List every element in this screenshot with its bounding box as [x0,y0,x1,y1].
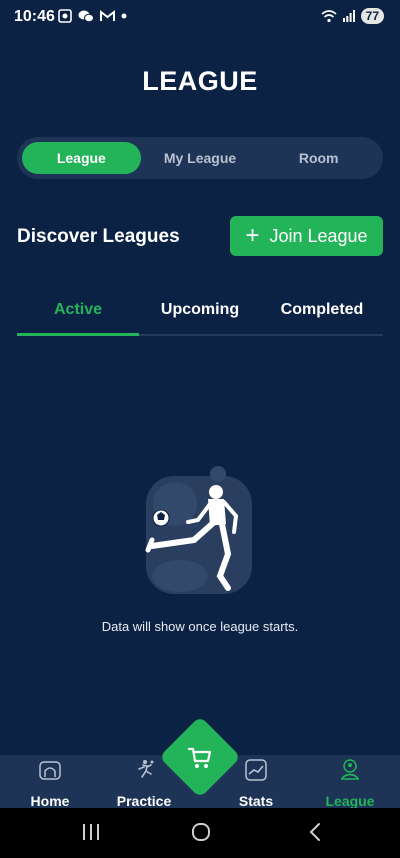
player-kick-icon [133,759,155,781]
nav-label-league: League [310,793,390,809]
screenshot-icon [58,9,72,23]
nav-label-home: Home [10,793,90,809]
league-status-tabs: Active Upcoming Completed [17,296,383,336]
footballer-kick-illustration [140,466,260,606]
home-icon [39,759,61,781]
segment-league[interactable]: League [22,142,141,174]
recent-apps-icon[interactable] [82,822,100,842]
tab-active[interactable]: Active [17,296,139,336]
discover-leagues-heading: Discover Leagues [17,226,180,248]
plus-icon: + [245,224,259,248]
home-system-icon[interactable] [191,822,211,842]
dot-icon [121,13,127,19]
nav-item-home[interactable]: Home [10,755,90,808]
status-time: 10:46 [14,8,55,26]
join-league-label: Join League [269,226,367,247]
active-tab-indicator [17,333,139,336]
system-status-icons: 77 [321,8,384,24]
status-bar: 10:46 77 [0,0,400,34]
nav-label-stats: Stats [216,793,296,809]
wifi-icon [321,9,337,23]
signal-icon [343,10,355,22]
back-icon[interactable] [307,822,323,842]
join-league-button[interactable]: + Join League [230,216,383,256]
nav-label-practice: Practice [104,793,184,809]
segment-room[interactable]: Room [259,142,378,174]
trophy-ball-icon [339,759,361,781]
page-title: LEAGUE [0,66,400,97]
segment-my-league[interactable]: My League [141,142,260,174]
cart-icon [186,743,214,771]
gmail-icon [100,10,115,22]
stats-chart-icon [245,759,267,781]
system-navigation-bar [0,808,400,858]
notification-icons [58,9,127,23]
tab-completed[interactable]: Completed [261,296,383,336]
wechat-icon [78,9,94,23]
empty-state-message: Data will show once league starts. [0,619,400,634]
tab-upcoming[interactable]: Upcoming [139,296,261,336]
nav-item-league[interactable]: League [310,755,390,808]
battery-indicator: 77 [361,8,384,24]
league-segmented-control: League My League Room [17,137,383,179]
